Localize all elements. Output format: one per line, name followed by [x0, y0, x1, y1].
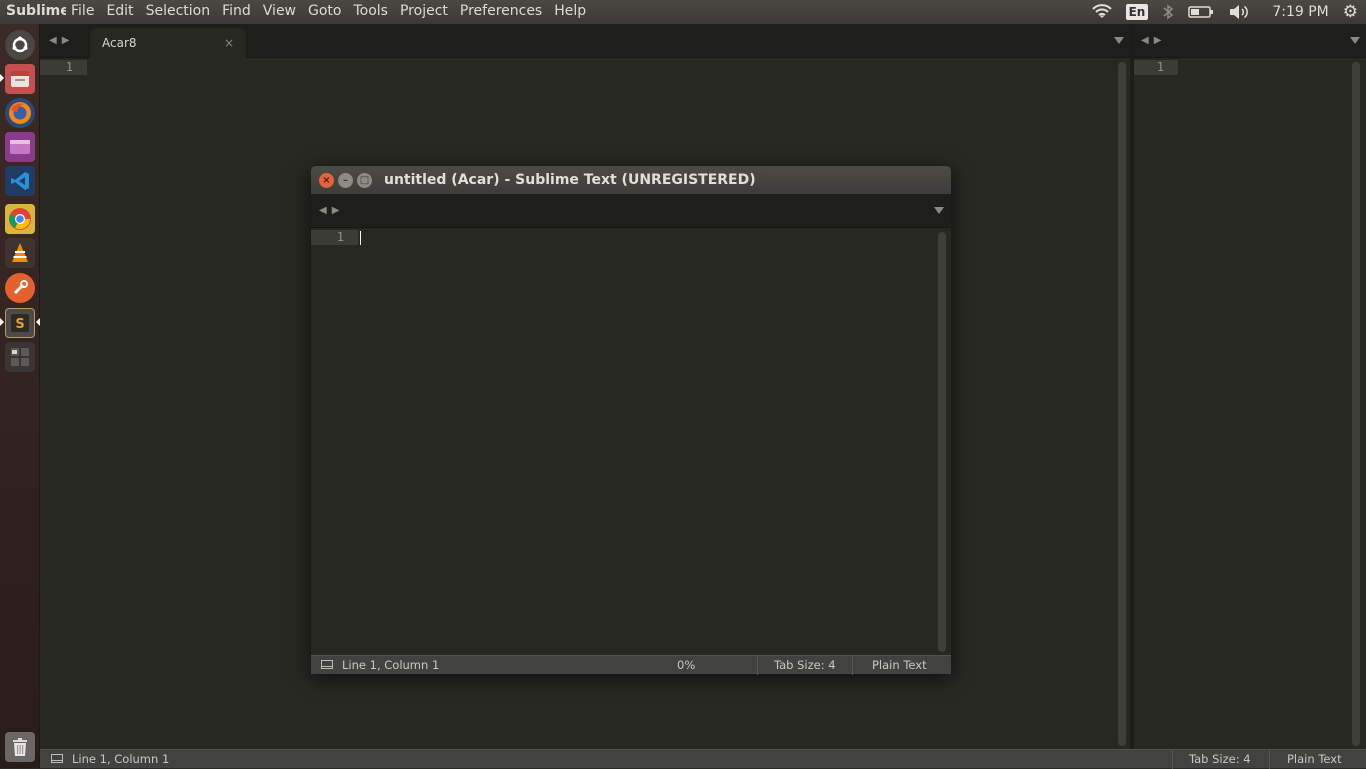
software-updater-icon[interactable]	[5, 273, 35, 303]
tab-list-dropdown-icon[interactable]	[1114, 37, 1124, 44]
bluetooth-icon[interactable]	[1162, 4, 1174, 20]
left-pane-scrollbar[interactable]	[1118, 62, 1126, 746]
workspace-switcher-icon[interactable]	[5, 342, 35, 372]
running-indicator	[0, 74, 4, 82]
next-tab-icon[interactable]: ▶	[1154, 35, 1162, 46]
menu-edit[interactable]: Edit	[106, 3, 133, 19]
system-tray: En 7:19 PM ⚙	[1078, 0, 1366, 24]
pane-divider[interactable]	[1130, 24, 1134, 749]
status-divider	[757, 656, 758, 675]
gear-icon[interactable]: ⚙	[1343, 2, 1358, 22]
tab-bar: ◀ ▶	[311, 194, 951, 228]
status-bar: Line 1, Column 1 0% Tab Size: 4 Plain Te…	[311, 655, 951, 675]
gutter-line-number: 1	[40, 60, 87, 75]
keyboard-layout-indicator[interactable]: En	[1125, 4, 1149, 20]
editor-scrollbar[interactable]	[938, 232, 946, 652]
sublime-text-icon[interactable]: S	[5, 308, 35, 338]
trash-icon[interactable]	[5, 732, 35, 762]
syntax-selector[interactable]: Plain Text	[1287, 752, 1342, 766]
menu-file[interactable]: File	[71, 3, 94, 19]
software-center-icon[interactable]	[5, 132, 35, 162]
right-pane-tab-bar: ◀ ▶	[1134, 24, 1366, 58]
tab-list-dropdown-icon[interactable]	[1350, 37, 1360, 44]
menu-bar: File Edit Selection Find View Goto Tools…	[71, 3, 586, 19]
files-icon[interactable]	[5, 64, 35, 94]
next-tab-icon[interactable]: ▶	[62, 35, 70, 46]
status-divider	[852, 656, 853, 675]
minimize-window-button[interactable]: –	[338, 173, 353, 188]
panel-toggle-icon[interactable]	[321, 660, 333, 669]
tab-size-selector[interactable]: Tab Size: 4	[1189, 752, 1251, 766]
maximize-window-button[interactable]: □	[357, 173, 372, 188]
previous-tab-icon[interactable]: ◀	[319, 205, 327, 216]
next-tab-icon[interactable]: ▶	[332, 205, 340, 216]
running-indicator	[0, 318, 4, 326]
volume-icon[interactable]	[1228, 4, 1250, 20]
tab-list-dropdown-icon[interactable]	[934, 207, 944, 214]
launcher: S	[0, 24, 40, 768]
window-titlebar[interactable]: × – □ untitled (Acar) - Sublime Text (UN…	[311, 166, 951, 194]
clock[interactable]: 7:19 PM	[1272, 4, 1328, 20]
menu-tools[interactable]: Tools	[353, 3, 388, 19]
tab-nav-arrows: ◀ ▶	[1141, 35, 1161, 46]
right-pane-scrollbar[interactable]	[1352, 62, 1360, 746]
cursor-position: Line 1, Column 1	[72, 752, 170, 766]
battery-icon[interactable]	[1188, 5, 1214, 19]
tab-size-selector[interactable]: Tab Size: 4	[774, 658, 836, 672]
wifi-icon[interactable]	[1091, 4, 1112, 20]
cursor-position: Line 1, Column 1	[342, 658, 440, 672]
menu-find[interactable]: Find	[222, 3, 251, 19]
right-gutter-line-number: 1	[1134, 60, 1178, 75]
panel-toggle-icon[interactable]	[51, 754, 63, 763]
top-panel: Sublime Text File Edit Selection Find Vi…	[0, 0, 1366, 24]
tab-label: Acar8	[102, 36, 137, 50]
ubuntu-dash-icon[interactable]	[5, 30, 35, 60]
menu-selection[interactable]: Selection	[146, 3, 211, 19]
previous-tab-icon[interactable]: ◀	[49, 35, 57, 46]
tab-nav-arrows: ◀ ▶	[49, 35, 69, 46]
firefox-icon[interactable]	[5, 98, 35, 128]
status-bar: Line 1, Column 1 Tab Size: 4 Plain Text	[40, 749, 1366, 769]
active-app-name: Sublime Text	[6, 3, 66, 19]
tab-acar8[interactable]: Acar8 ×	[90, 28, 246, 58]
window-title: untitled (Acar) - Sublime Text (UNREGIST…	[384, 172, 756, 188]
syntax-selector[interactable]: Plain Text	[872, 658, 927, 672]
menu-project[interactable]: Project	[400, 3, 448, 19]
menu-help[interactable]: Help	[554, 3, 586, 19]
floating-editor-window: × – □ untitled (Acar) - Sublime Text (UN…	[311, 166, 951, 675]
menu-goto[interactable]: Goto	[308, 3, 341, 19]
vscode-icon[interactable]	[5, 166, 35, 196]
text-editor-area[interactable]	[358, 228, 936, 653]
gutter-line-number: 1	[311, 230, 358, 245]
status-divider	[1269, 750, 1270, 769]
svg-text:S: S	[15, 317, 24, 332]
menu-view[interactable]: View	[263, 3, 296, 19]
scroll-percent: 0%	[677, 658, 696, 672]
chrome-icon[interactable]	[5, 204, 35, 234]
status-divider	[1172, 750, 1173, 769]
close-tab-icon[interactable]: ×	[224, 36, 234, 50]
close-window-button[interactable]: ×	[319, 173, 334, 188]
vlc-icon[interactable]	[5, 238, 35, 268]
tab-nav-arrows: ◀ ▶	[319, 205, 339, 216]
previous-tab-icon[interactable]: ◀	[1141, 35, 1149, 46]
menu-preferences[interactable]: Preferences	[460, 3, 542, 19]
